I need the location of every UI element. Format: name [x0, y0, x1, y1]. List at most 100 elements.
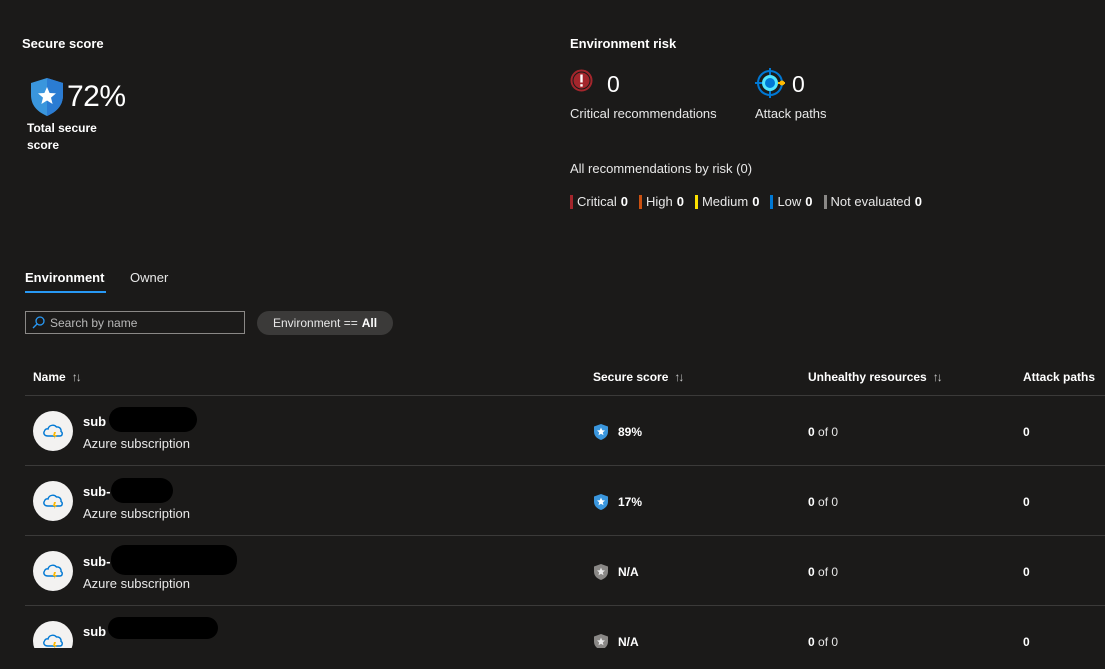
attack-paths-cell: 0 [1023, 425, 1030, 439]
column-header-secure-score[interactable]: Secure score ↑↓ [593, 370, 684, 384]
table-row[interactable]: sub Azure subscription 89% 0 of 0 0 [25, 396, 1105, 466]
legend-medium[interactable]: Medium 0 [694, 194, 760, 209]
risk-legend: Critical 0 High 0 Medium 0 Low 0 Not eva… [570, 194, 922, 209]
unhealthy-resources-cell: 0 of 0 [808, 495, 838, 509]
unhealthy-count: 0 [808, 495, 815, 509]
shield-star-gray-icon [594, 564, 608, 580]
unhealthy-total: of 0 [818, 635, 839, 649]
unhealthy-total: of 0 [818, 425, 839, 439]
unhealthy-resources-cell: 0 of 0 [808, 425, 838, 439]
secure-score-cell: 17% [593, 493, 642, 511]
azure-subscription-icon [43, 424, 63, 439]
legend-high[interactable]: High 0 [638, 194, 684, 209]
search-input[interactable] [50, 315, 235, 330]
legend-low[interactable]: Low 0 [770, 194, 813, 209]
legend-count: 0 [752, 194, 760, 209]
total-secure-score-caption: Total secure score [27, 121, 97, 152]
unhealthy-count: 0 [808, 635, 815, 649]
subscription-name[interactable]: sub [83, 414, 106, 429]
legend-count: 0 [676, 194, 684, 209]
secure-score-value: N/A [618, 635, 639, 649]
unhealthy-total: of 0 [818, 495, 839, 509]
shield-star-icon [594, 424, 608, 440]
subscription-type: Azure subscription [83, 436, 190, 451]
column-header-name[interactable]: Name ↑↓ [33, 370, 82, 384]
secure-score-value: 89% [618, 425, 643, 439]
attack-paths-label[interactable]: Attack paths [755, 106, 827, 121]
legend-label: High [645, 194, 673, 209]
secure-score-value: 17% [618, 495, 643, 509]
redaction-mark [109, 407, 197, 432]
attack-paths-cell: 0 [1023, 635, 1030, 649]
legend-not-evaluated[interactable]: Not evaluated 0 [823, 194, 922, 209]
subscription-type: Azure subscription [83, 576, 190, 591]
legend-label: Not evaluated [830, 194, 911, 209]
avatar [33, 481, 73, 521]
unhealthy-count: 0 [808, 425, 815, 439]
legend-critical[interactable]: Critical 0 [570, 194, 628, 209]
column-label: Attack paths [1023, 370, 1096, 384]
legend-label: Medium [701, 194, 749, 209]
attack-paths-count[interactable]: 0 [792, 71, 805, 98]
column-label: Name [33, 370, 66, 384]
unhealthy-count: 0 [808, 565, 815, 579]
all-recommendations-by-risk: All recommendations by risk (0) [570, 161, 753, 176]
column-header-unhealthy-resources[interactable]: Unhealthy resources ↑↓ [808, 370, 943, 384]
viewport-bottom-edge [0, 648, 1105, 669]
subscription-type: Azure subscription [83, 506, 190, 521]
filter-key: Environment == [273, 316, 358, 330]
table-row[interactable]: sub- Azure subscription 17% 0 of 0 0 [25, 466, 1105, 536]
tab-environment[interactable]: Environment [25, 270, 104, 285]
azure-subscription-icon [43, 494, 63, 509]
filter-value: All [361, 316, 378, 330]
secure-score-value: N/A [618, 565, 639, 579]
sort-icon[interactable]: ↑↓ [674, 370, 684, 384]
unhealthy-resources-cell: 0 of 0 [808, 635, 838, 649]
attack-paths-cell: 0 [1023, 495, 1030, 509]
redaction-mark [111, 545, 237, 575]
critical-recommendations-count: 0 [607, 71, 620, 97]
legend-count: 0 [620, 194, 628, 209]
critical-alert-icon [570, 69, 593, 95]
active-tab-indicator [25, 291, 106, 293]
critical-recommendations-label: Critical recommendations [570, 106, 717, 121]
redaction-mark [108, 617, 218, 639]
sort-icon[interactable]: ↑↓ [933, 370, 943, 384]
legend-label: Critical [577, 194, 617, 209]
legend-count: 0 [805, 194, 813, 209]
shield-star-icon [29, 77, 65, 120]
attack-path-icon[interactable] [755, 68, 785, 101]
high-color-bar [638, 194, 642, 209]
total-secure-score-value: 72% [67, 80, 126, 113]
legend-label: Low [777, 194, 802, 209]
low-color-bar [770, 194, 774, 209]
column-label: Secure score [593, 370, 669, 384]
shield-star-icon [594, 494, 608, 510]
column-label: Unhealthy resources [808, 370, 927, 384]
redaction-mark [111, 478, 173, 503]
tab-owner[interactable]: Owner [130, 270, 168, 285]
azure-subscription-icon [43, 564, 63, 579]
avatar [33, 551, 73, 591]
secure-score-title: Secure score [22, 36, 104, 51]
medium-color-bar [694, 194, 698, 209]
subscription-name[interactable]: sub- [83, 554, 110, 569]
unhealthy-resources-cell: 0 of 0 [808, 565, 838, 579]
attack-paths-cell: 0 [1023, 565, 1030, 579]
critical-color-bar [570, 194, 573, 209]
search-box[interactable] [25, 311, 245, 334]
search-icon [32, 316, 45, 329]
column-header-attack-paths[interactable]: Attack paths [1023, 370, 1095, 384]
subscription-name[interactable]: sub- [83, 484, 110, 499]
environment-risk-title: Environment risk [570, 36, 677, 51]
sort-icon[interactable]: ↑↓ [72, 370, 82, 384]
environment-filter-pill[interactable]: Environment == All [257, 311, 394, 335]
table-row[interactable]: sub- Azure subscription N/A 0 of 0 0 [25, 536, 1105, 606]
secure-score-cell: 89% [593, 423, 642, 441]
secure-score-cell: N/A [593, 563, 639, 581]
unhealthy-total: of 0 [818, 565, 839, 579]
legend-count: 0 [914, 194, 922, 209]
avatar [33, 411, 73, 451]
not-evaluated-color-bar [823, 194, 827, 209]
subscription-name[interactable]: sub [83, 624, 106, 639]
